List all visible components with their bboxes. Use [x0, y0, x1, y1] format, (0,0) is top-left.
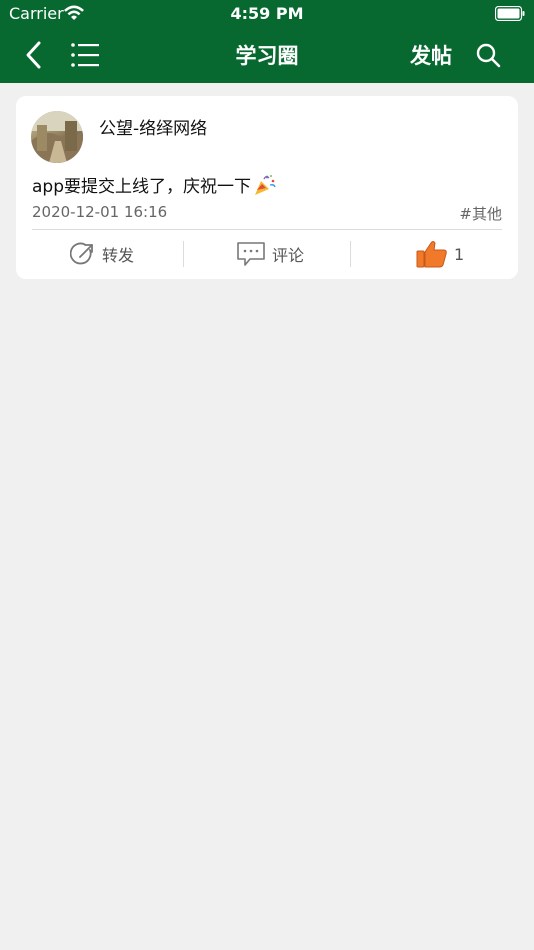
divider: [32, 229, 502, 230]
like-button[interactable]: 1: [416, 237, 464, 271]
thumbs-up-icon: [416, 241, 447, 268]
avatar[interactable]: [31, 111, 83, 163]
comment-icon: [237, 242, 265, 266]
page-title: 学习圈: [235, 44, 299, 68]
forward-label: 转发: [102, 246, 135, 265]
search-icon[interactable]: [475, 42, 501, 68]
like-count: 1: [454, 244, 465, 264]
clock: 4:59 PM: [230, 4, 304, 23]
author-name[interactable]: 公望-络绎网络: [99, 114, 207, 139]
status-bar: Carrier 4:59 PM: [0, 0, 534, 28]
action-separator: [183, 241, 184, 267]
forward-icon: [70, 242, 93, 265]
post-text: app要提交上线了，庆祝一下: [32, 177, 251, 197]
forward-button[interactable]: 转发: [70, 237, 134, 271]
post-timestamp: 2020-12-01 16:16: [32, 203, 168, 221]
post-card[interactable]: 公望-络绎网络 app要提交上线了，庆祝一下 2020-12-01 16:16 …: [16, 96, 518, 279]
nav-bar: 学习圈 发帖: [0, 28, 534, 83]
party-popper-icon: [255, 175, 276, 195]
new-post-button[interactable]: 发帖: [410, 40, 452, 70]
comment-button[interactable]: 评论: [236, 237, 304, 271]
comment-label: 评论: [272, 246, 305, 265]
action-separator: [350, 241, 351, 267]
battery-icon: [495, 6, 525, 21]
post-content: app要提交上线了，庆祝一下: [32, 172, 277, 197]
post-tag[interactable]: #其他: [459, 203, 502, 224]
